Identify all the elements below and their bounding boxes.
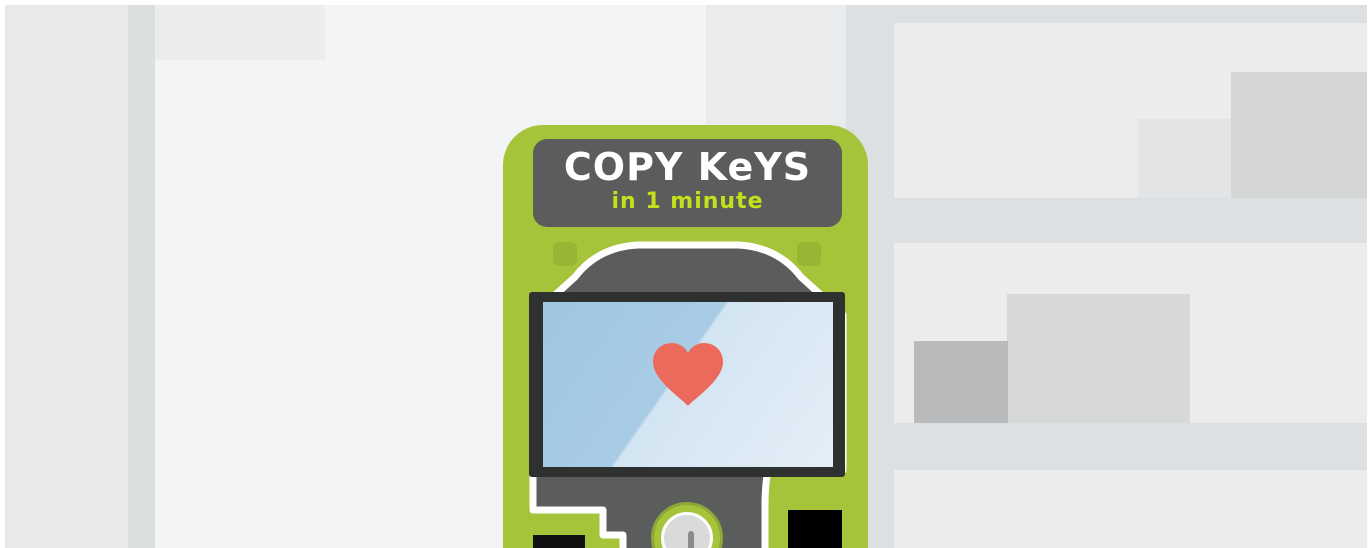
right-panel-lower [894,470,1367,548]
right-panel-middle-dark-block [914,341,1008,423]
card-slot [788,510,842,548]
left-bolt [553,242,577,266]
logo-panel: COPY KeYS in 1 minute [533,139,842,227]
logo-subtitle: in 1 minute [611,189,764,214]
top-left-block [155,5,325,60]
logo-title: COPY KeYS [563,145,812,189]
key-copy-machine: COPY KeYS in 1 minute [503,125,868,548]
right-panel-upper-step [1138,119,1233,198]
key-output-slot [533,535,585,548]
right-bolt [797,242,821,266]
screen-frame [529,292,845,477]
heart-icon [653,343,723,406]
right-panel-upper-block [1231,72,1367,198]
right-panel-middle-block [1007,294,1190,423]
left-column-edge [128,5,155,548]
key-slot-line [688,531,694,548]
left-column-block [5,5,128,548]
key-slot-cylinder [661,512,713,548]
machine-screen [543,302,833,467]
